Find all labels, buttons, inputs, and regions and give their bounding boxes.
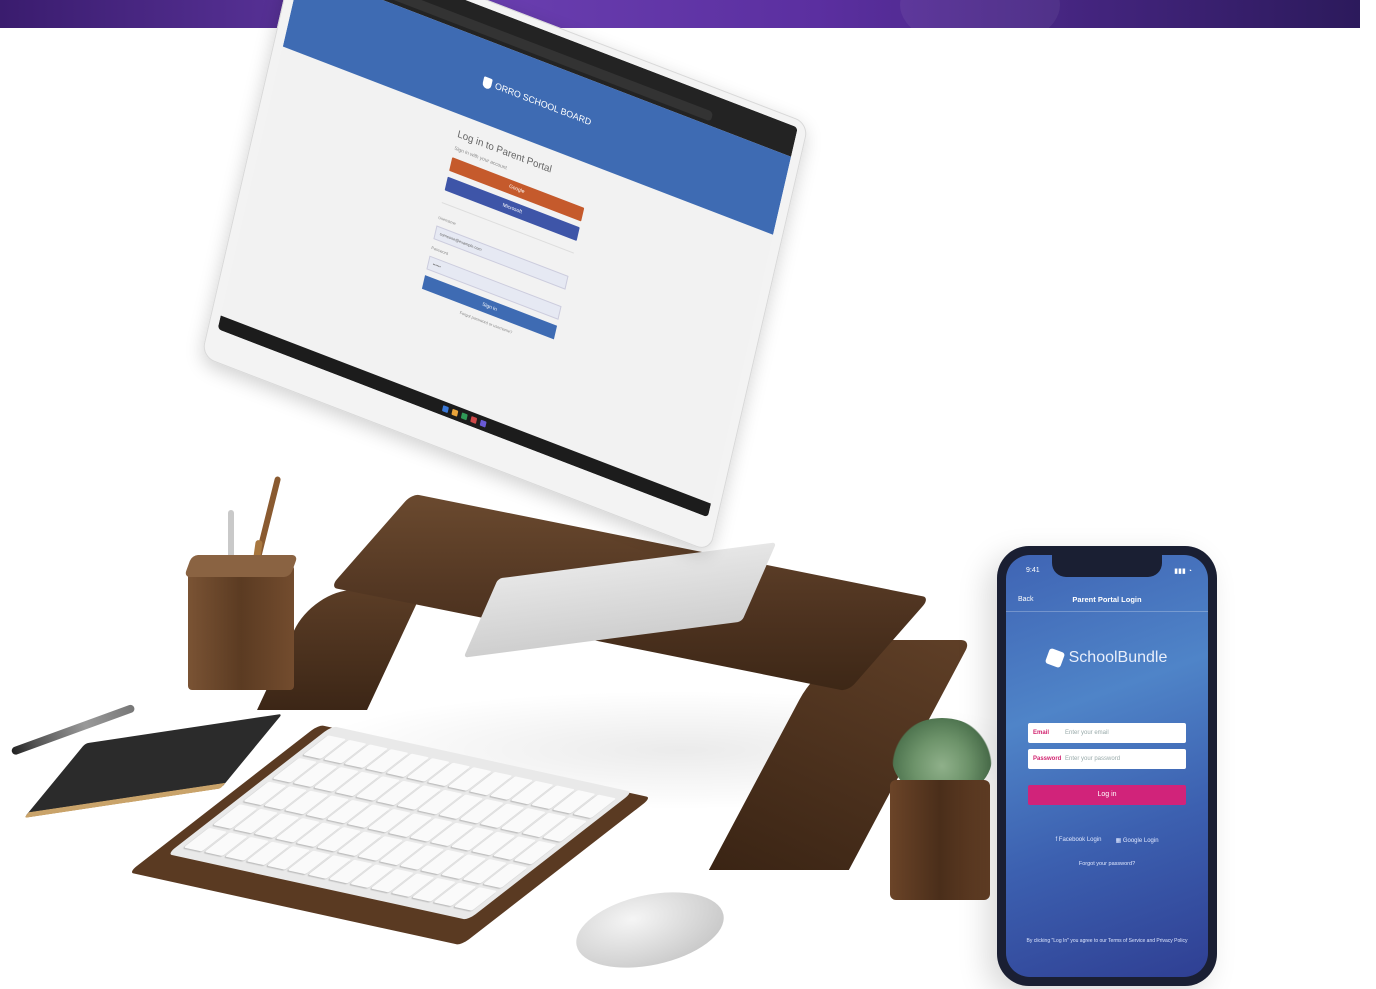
puzzle-icon (1044, 647, 1065, 669)
brand-name: SchoolBundle (1068, 649, 1168, 666)
terms-text: By clicking "Log In" you agree to our Te… (1026, 938, 1188, 944)
app-icon[interactable] (479, 419, 487, 428)
google-login-label: Google Login (1122, 838, 1159, 844)
phone-screen: 9:41 ▮▮▮ ◔ Back Parent Portal Login Scho… (1006, 555, 1208, 977)
nav-bar: Back Parent Portal Login (1006, 589, 1208, 609)
facebook-login-label: Facebook Login (1058, 837, 1102, 843)
monitor-screen: ORRO SCHOOL BOARD Log in to Parent Porta… (217, 0, 798, 518)
status-icons: ▮▮▮ ◔ (1174, 568, 1192, 575)
folder-icon[interactable] (451, 408, 459, 417)
facebook-login-button[interactable]: f Facebook Login (1055, 837, 1101, 844)
start-icon[interactable] (441, 405, 449, 414)
password-placeholder: Enter your password (1065, 756, 1121, 762)
shield-icon (481, 75, 493, 90)
login-panel: Log in to Parent Portal Sign in with you… (419, 129, 590, 350)
password-field[interactable]: Password Enter your password (1028, 749, 1186, 769)
phone-notch (1052, 555, 1162, 577)
google-icon: ▦ (1115, 838, 1123, 844)
app-icon[interactable] (460, 412, 468, 421)
nav-title: Parent Portal Login (1072, 594, 1142, 604)
smartphone: 9:41 ▮▮▮ ◔ Back Parent Portal Login Scho… (997, 546, 1217, 986)
taskbar (217, 315, 711, 518)
forgot-password-link[interactable]: Forgot your password? (1006, 861, 1208, 867)
desktop-monitor: ORRO SCHOOL BOARD Log in to Parent Porta… (200, 0, 810, 553)
social-login-row: f Facebook Login ▦ Google Login (1006, 837, 1208, 844)
browser-icon[interactable] (470, 415, 478, 424)
password-label: Password (1033, 756, 1062, 762)
email-label: Email (1033, 730, 1050, 736)
mouse (569, 880, 731, 980)
email-field[interactable]: Email Enter your email (1028, 723, 1186, 743)
nav-divider (1006, 611, 1208, 612)
pen-holder (188, 565, 294, 690)
back-button[interactable]: Back (1018, 596, 1034, 603)
google-login-button[interactable]: ▦ Google Login (1116, 837, 1159, 844)
plant-pot (890, 780, 990, 900)
status-time: 9:41 (1026, 567, 1040, 574)
top-banner (0, 0, 1360, 28)
brand-logo: SchoolBundle (1006, 647, 1208, 669)
email-placeholder: Enter your email (1065, 730, 1109, 736)
portal-brand: ORRO SCHOOL BOARD (494, 80, 593, 128)
login-button[interactable]: Log in (1028, 785, 1186, 805)
